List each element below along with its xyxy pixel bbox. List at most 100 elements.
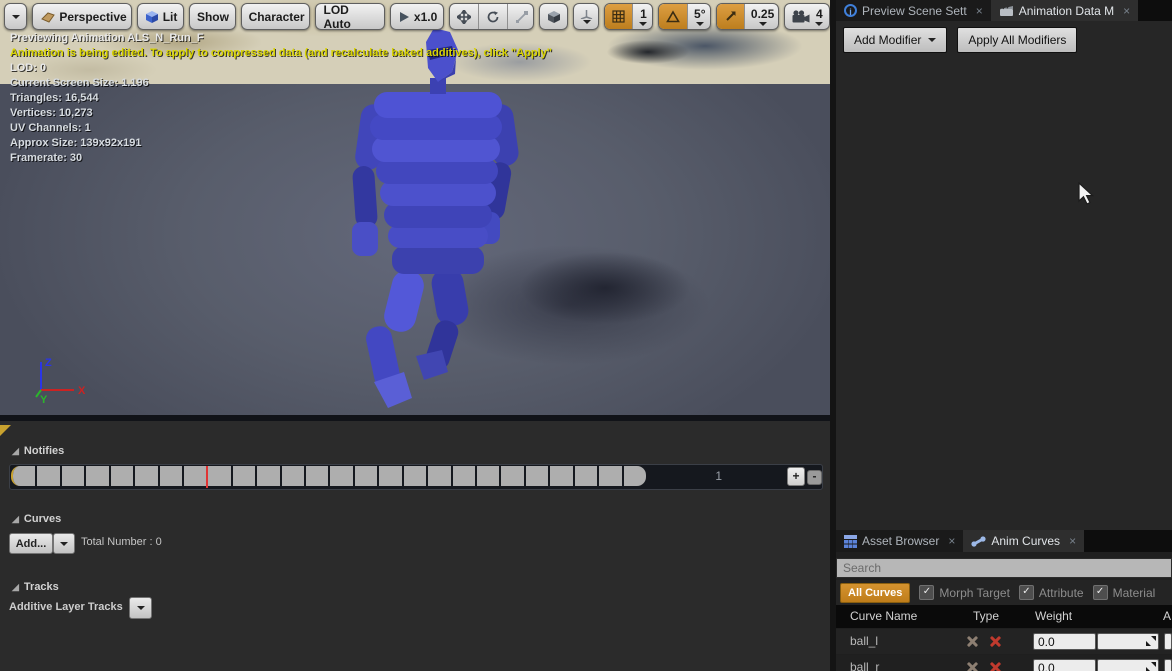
weight-slider[interactable]: [1097, 659, 1159, 671]
notify-segment[interactable]: [135, 466, 159, 486]
additive-layer-tracks-dropdown[interactable]: [129, 597, 152, 619]
tab-asset-browser[interactable]: Asset Browser ×: [836, 530, 963, 552]
notify-segment[interactable]: [575, 466, 599, 486]
notify-segment[interactable]: [404, 466, 428, 486]
curve-row-ball-l[interactable]: ball_l 0.0: [836, 629, 1172, 654]
tab-anim-curves[interactable]: Anim Curves ×: [963, 530, 1084, 552]
scale-snap-toggle[interactable]: [717, 4, 744, 29]
curve-table-header: Curve Name Type Weight A: [836, 605, 1172, 628]
close-icon[interactable]: ×: [1069, 534, 1076, 548]
checkbox-checked-icon[interactable]: ✓: [1019, 585, 1034, 600]
rotate-tool-button[interactable]: [478, 4, 507, 29]
remove-notify-track-button[interactable]: -: [807, 470, 822, 485]
preview-viewport[interactable]: Perspective Lit Show Character: [0, 0, 830, 421]
weight-input[interactable]: 0.0: [1033, 633, 1096, 650]
expand-corner-icon: [1146, 662, 1156, 671]
tracks-section-header[interactable]: ◢ Tracks: [12, 581, 59, 593]
widget-mode-button[interactable]: [573, 3, 599, 30]
chevron-down-icon: [12, 15, 20, 19]
notify-segment[interactable]: [282, 466, 306, 486]
notify-segment[interactable]: [330, 466, 354, 486]
animation-data-icon: [999, 5, 1014, 17]
curve-row-ball-r[interactable]: ball_r 0.0: [836, 655, 1172, 671]
notify-segment[interactable]: [13, 466, 37, 486]
morph-type-x-icon[interactable]: [966, 635, 979, 648]
grid-snap-toggle[interactable]: [605, 4, 632, 29]
notify-segment[interactable]: [428, 466, 452, 486]
notify-segment[interactable]: [453, 466, 477, 486]
search-input[interactable]: [836, 558, 1172, 578]
lit-mode-button[interactable]: Lit: [137, 3, 184, 30]
notify-segment[interactable]: [37, 466, 61, 486]
angle-snap-value-button[interactable]: 5°: [687, 4, 711, 29]
notify-segment[interactable]: [379, 466, 403, 486]
checkbox-checked-icon[interactable]: ✓: [919, 585, 934, 600]
chevron-down-icon: [815, 22, 823, 26]
character-button[interactable]: Character: [241, 3, 311, 30]
character-shadow-core: [520, 252, 690, 324]
auto-checkbox-partial[interactable]: [1164, 633, 1172, 650]
notify-segment[interactable]: [550, 466, 574, 486]
notify-segment[interactable]: [624, 466, 646, 486]
camera-speed-button[interactable]: 4: [784, 3, 830, 30]
viewport-options-menu[interactable]: [4, 3, 27, 30]
perspective-button[interactable]: Perspective: [32, 3, 131, 30]
weight-input[interactable]: 0.0: [1033, 659, 1096, 671]
stat-approx-size: Approx Size: 139x92x191: [10, 136, 552, 151]
notify-segment[interactable]: [477, 466, 501, 486]
attribute-filter[interactable]: ✓ Attribute: [1019, 585, 1084, 600]
auto-checkbox-partial[interactable]: [1164, 659, 1172, 671]
weight-slider[interactable]: [1097, 633, 1159, 650]
notify-segment[interactable]: [184, 466, 208, 486]
show-button[interactable]: Show: [189, 3, 236, 30]
material-type-x-icon[interactable]: [989, 635, 1002, 648]
close-icon[interactable]: ×: [1123, 4, 1130, 18]
scale-tool-button[interactable]: [507, 4, 534, 29]
scale-snap-value-button[interactable]: 0.25: [744, 4, 779, 29]
notify-segment[interactable]: [526, 466, 550, 486]
notify-segment[interactable]: [62, 466, 86, 486]
playback-speed-button[interactable]: x1.0: [390, 3, 444, 30]
notify-segment[interactable]: [257, 466, 281, 486]
curves-section-header[interactable]: ◢ Curves: [12, 513, 61, 525]
translate-tool-button[interactable]: [450, 4, 478, 29]
coord-system-button[interactable]: [539, 3, 568, 30]
add-curve-button[interactable]: Add...: [9, 533, 53, 554]
tab-preview-scene-settings[interactable]: i Preview Scene Sett ×: [836, 0, 991, 21]
lod-auto-button[interactable]: LOD Auto: [315, 3, 384, 30]
morph-type-x-icon[interactable]: [966, 661, 979, 671]
add-modifier-button[interactable]: Add Modifier: [843, 27, 947, 53]
notify-segment[interactable]: [208, 466, 232, 486]
lit-label: Lit: [163, 10, 178, 24]
add-curve-dropdown[interactable]: [53, 533, 75, 554]
notify-segment[interactable]: [160, 466, 184, 486]
apply-all-modifiers-button[interactable]: Apply All Modifiers: [957, 27, 1077, 53]
notify-segment[interactable]: [501, 466, 525, 486]
tab-animation-data-modifiers[interactable]: Animation Data M ×: [991, 0, 1138, 21]
rotate-icon: [486, 10, 500, 24]
close-icon[interactable]: ×: [976, 4, 983, 18]
notify-segment[interactable]: [355, 466, 379, 486]
material-type-x-icon[interactable]: [989, 661, 1002, 671]
notify-segment[interactable]: [306, 466, 330, 486]
notify-segment[interactable]: [233, 466, 257, 486]
notify-segment[interactable]: [111, 466, 135, 486]
notify-segment[interactable]: [599, 466, 623, 486]
angle-snap-toggle[interactable]: [659, 4, 687, 29]
close-icon[interactable]: ×: [948, 534, 955, 548]
additive-layer-tracks-label: Additive Layer Tracks: [9, 601, 123, 613]
add-notify-track-button[interactable]: +: [787, 467, 805, 486]
checkbox-checked-icon[interactable]: ✓: [1093, 585, 1108, 600]
notify-track[interactable]: 1 + -: [9, 464, 823, 490]
morph-target-filter[interactable]: ✓ Morph Target: [919, 585, 1009, 600]
notify-segment[interactable]: [86, 466, 110, 486]
all-curves-filter-button[interactable]: All Curves: [840, 583, 910, 603]
chevron-down-icon: [60, 542, 68, 546]
material-filter[interactable]: ✓ Material: [1093, 585, 1156, 600]
perspective-label: Perspective: [59, 10, 126, 24]
grid-snap-value-button[interactable]: 1: [632, 4, 653, 29]
playhead-marker[interactable]: [206, 466, 208, 488]
grid-snap-group: 1: [604, 3, 653, 30]
notifies-section-header[interactable]: ◢ Notifies: [12, 445, 64, 457]
mouse-cursor: [1078, 182, 1096, 208]
